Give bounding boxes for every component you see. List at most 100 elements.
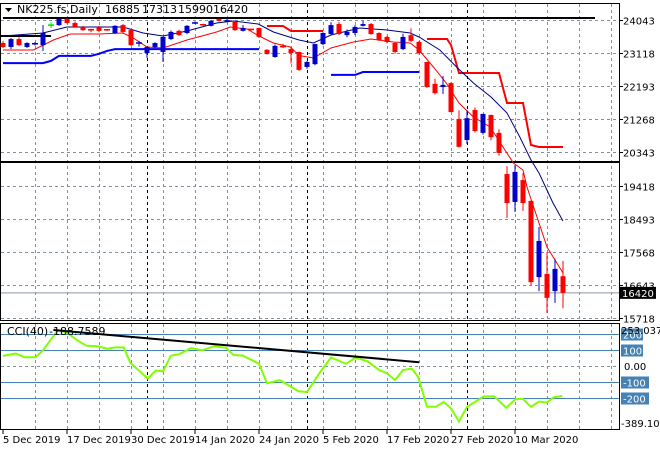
candle[interactable] [320,32,326,46]
candle[interactable] [48,22,54,28]
candle-body [392,43,398,52]
candle[interactable] [448,82,454,113]
date-label: 30 Dec 2019 [131,435,195,446]
candle[interactable] [272,44,278,58]
candle[interactable] [368,22,374,35]
candle[interactable] [424,61,430,88]
candle[interactable] [176,29,182,36]
candle-body [480,113,486,133]
candle[interactable] [128,29,134,46]
candle[interactable] [416,40,422,55]
candle[interactable] [384,35,390,44]
chart-header: NK225.fs,Daily 16885 17313 15990 16420 [5,3,248,16]
candle-body [432,83,438,94]
candle-body [64,19,70,23]
candle[interactable] [312,43,318,66]
candle-body [552,268,558,292]
candle-body [16,39,22,46]
candle-body [184,25,190,33]
candle[interactable] [112,25,118,34]
candle[interactable] [488,114,494,141]
candle-body [504,174,510,204]
candle[interactable] [504,166,510,219]
candle-body [536,240,542,278]
candle-body [208,20,214,26]
candle[interactable] [560,260,566,309]
candle[interactable] [296,51,302,71]
candle[interactable] [376,32,382,41]
candle[interactable] [56,17,62,26]
candle-body [272,45,278,57]
candle[interactable] [192,21,198,25]
candle[interactable] [536,227,542,292]
candle[interactable] [392,42,398,54]
candle[interactable] [408,28,414,42]
candle[interactable] [8,38,14,50]
candle-body [520,180,526,204]
date-label: 14 Jan 2020 [195,435,255,446]
candle[interactable] [440,75,446,94]
candle[interactable] [512,165,518,212]
candle[interactable] [432,78,438,95]
candle[interactable] [184,25,190,35]
candle[interactable] [480,113,486,135]
candle-body [8,39,14,47]
candle-body [368,24,374,35]
candle[interactable] [240,25,246,32]
candle[interactable] [360,20,366,27]
price-label: 20343 [623,149,655,160]
candle-body [456,118,462,147]
candle[interactable] [528,200,534,285]
candle[interactable] [288,47,294,64]
candle[interactable] [336,21,342,36]
candle[interactable] [232,21,238,31]
candle[interactable] [88,28,94,33]
candle[interactable] [144,46,150,59]
candle-body [112,25,118,33]
candle[interactable] [200,23,206,26]
fast-moving-average-line [3,26,564,274]
ohlc-low: 15990 [178,3,213,16]
candle[interactable] [256,27,262,39]
candle-body [336,24,342,35]
cci-value: -188.7589 [49,325,105,338]
candle[interactable] [400,33,406,51]
candle[interactable] [464,110,470,144]
candle[interactable] [352,25,358,36]
candle[interactable] [72,21,78,28]
candle[interactable] [304,60,310,69]
ohlc-open: 16885 [105,3,140,16]
candle-body [72,22,78,27]
dropdown-triangle-icon[interactable] [5,8,12,12]
trading-chart[interactable]: 24043 23118 22193 21268 20343 19418 18493 17568… [0,0,660,450]
candle[interactable] [24,42,30,49]
date-label: 5 Dec 2019 [3,435,61,446]
candle-body [296,51,302,70]
candle-body [176,30,182,36]
candle[interactable] [456,110,462,148]
candle[interactable] [328,22,334,36]
candle[interactable] [552,258,558,303]
candle[interactable] [16,37,22,46]
candle[interactable] [544,252,550,313]
candle-body [128,30,134,46]
candle[interactable] [136,40,142,47]
lower-channel-line [331,71,419,76]
candle[interactable] [496,129,502,156]
candle[interactable] [104,29,110,31]
candle-body [464,118,470,141]
candle[interactable] [40,25,46,51]
symbol-timeframe: NK225.fs,Daily [17,3,98,16]
candle-body [328,25,334,35]
candle[interactable] [120,24,126,33]
candle[interactable] [160,36,166,62]
candle[interactable] [32,42,38,46]
candle-body [40,32,46,46]
price-label: 21268 [623,116,655,127]
candle[interactable] [472,107,478,133]
candle[interactable] [168,30,174,41]
price-label: 23118 [623,50,655,61]
candle[interactable] [208,20,214,27]
candle[interactable] [0,40,6,49]
candle[interactable] [264,49,270,55]
